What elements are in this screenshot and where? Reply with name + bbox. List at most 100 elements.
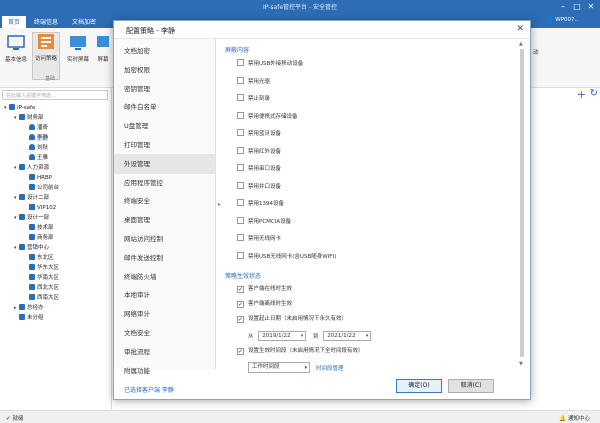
status-checkbox-row[interactable]: ✓ 设置起止日期（未启用情况下永久有效） xyxy=(237,315,347,324)
device-checkbox[interactable] xyxy=(237,129,244,136)
dialog-close-button[interactable]: ✕ xyxy=(516,24,524,34)
tree-item[interactable]: 东北区 xyxy=(24,254,54,262)
tree-item[interactable]: ▾ IP-safe xyxy=(4,104,35,112)
tree-item[interactable]: 华东大区 xyxy=(24,264,59,272)
policy-nav-item[interactable]: 本地审计 xyxy=(114,285,215,305)
realtime-screen-button[interactable]: 实时屏幕 xyxy=(64,34,92,63)
tree-item[interactable]: 公司前台 xyxy=(24,184,59,192)
close-button[interactable]: ✕ xyxy=(584,1,598,13)
device-checkbox-row[interactable]: 禁用PCMCIA设备 xyxy=(237,216,291,226)
policy-nav-item[interactable]: 网站访问控制 xyxy=(114,229,215,249)
screen-record-button[interactable]: 屏幕 xyxy=(94,34,112,63)
tree-item[interactable]: ▾ 设计一部 xyxy=(14,214,49,222)
device-checkbox[interactable] xyxy=(237,251,244,259)
device-checkbox[interactable] xyxy=(237,76,244,84)
status-checkbox[interactable]: ✓ xyxy=(237,301,244,308)
tree-item[interactable]: ▾ 设计二部 xyxy=(14,194,49,202)
policy-nav-item[interactable]: 打印管理 xyxy=(114,135,215,155)
device-checkbox[interactable] xyxy=(237,164,244,171)
user-name: WP007.. xyxy=(555,17,578,23)
status-checkbox[interactable]: ✓ xyxy=(237,286,244,293)
device-checkbox-row[interactable]: 禁用1394设备 xyxy=(237,199,284,208)
policy-nav-item[interactable]: 桌面管理 xyxy=(114,210,215,230)
policy-nav-item[interactable]: 终端安全 xyxy=(114,191,215,211)
time-period-select[interactable]: 工作时间段 ▾ xyxy=(248,362,310,373)
device-checkbox-row[interactable]: 禁用串口设备 xyxy=(237,164,281,173)
refresh-icon[interactable]: ↻ xyxy=(590,88,598,99)
tree-item[interactable]: ▾ 人力资源 xyxy=(14,164,49,172)
minimize-button[interactable]: – xyxy=(556,1,570,13)
search-input[interactable]: 在此输入关键字筛选... xyxy=(2,90,108,100)
device-checkbox[interactable] xyxy=(237,94,244,101)
tree-item[interactable]: 潘奇 xyxy=(24,124,48,132)
policy-nav-item[interactable]: 外设管理 xyxy=(114,153,215,174)
device-checkbox[interactable] xyxy=(237,216,244,224)
tree-item[interactable]: ▾ 营销中心 xyxy=(14,244,49,252)
tab-doc-encryption[interactable]: 文档加密 xyxy=(72,17,96,26)
tree-item-label: 人力资源 xyxy=(27,165,50,171)
tree-item[interactable]: 商务部 xyxy=(24,234,54,242)
device-checkbox[interactable] xyxy=(237,59,244,66)
device-checkbox[interactable] xyxy=(237,146,244,154)
policy-nav-item[interactable]: 审批流程 xyxy=(114,342,215,362)
tree-item[interactable]: 李静 xyxy=(24,134,49,142)
tree-item[interactable]: 刘秋 xyxy=(24,144,48,152)
policy-nav-item[interactable]: 网络审计 xyxy=(114,304,215,324)
policy-nav-item[interactable]: 附属功能 xyxy=(114,361,215,381)
tree-item[interactable]: 华南大区 xyxy=(24,274,59,282)
device-checkbox[interactable] xyxy=(237,111,244,119)
scroll-down-icon[interactable]: ▼ xyxy=(519,361,523,367)
content-scrollbar[interactable]: ▲ ▼ xyxy=(518,41,526,367)
tree-item[interactable]: HRBP xyxy=(24,174,52,182)
device-checkbox-row[interactable]: 禁用USB无线网卡(含USB随身WIFI) xyxy=(237,251,336,261)
time-period-manage-link[interactable]: 时间段管理 xyxy=(316,364,344,372)
device-checkbox-row[interactable]: 禁用光驱 xyxy=(237,76,270,86)
tab-terminal-info[interactable]: 终端信息 xyxy=(34,17,58,26)
date-from-picker[interactable]: 2019/1/22 ▾ xyxy=(258,331,307,341)
device-checkbox-row[interactable]: 禁用USB外接移动设备 xyxy=(237,59,303,68)
tree-item[interactable]: 王雅 xyxy=(24,154,48,162)
tree-item[interactable]: ▸ 总经办 xyxy=(14,304,44,312)
scroll-up-icon[interactable]: ▲ xyxy=(519,41,523,47)
policy-nav-item[interactable]: 文档安全 xyxy=(114,323,215,343)
device-checkbox-row[interactable]: 禁止刻录 xyxy=(237,94,270,103)
policy-nav-item[interactable]: U盘管理 xyxy=(114,116,215,136)
scroll-thumb[interactable] xyxy=(520,49,524,357)
device-checkbox-row[interactable]: 禁用蓝牙设备 xyxy=(237,129,281,138)
status-checkbox-row[interactable]: ✓ 客户端在线时生效 xyxy=(237,285,292,294)
tree-item[interactable]: VIP102 xyxy=(24,204,56,212)
date-to-picker[interactable]: 2021/1/22 ▾ xyxy=(323,331,372,341)
ok-button[interactable]: 确定(O) xyxy=(396,379,442,393)
status-checkbox-row[interactable]: ✓ 客户端离线时生效 xyxy=(237,300,292,309)
device-checkbox-row[interactable]: 禁用并口设备 xyxy=(237,181,281,191)
tree-item[interactable]: ▾ 财务部 xyxy=(14,114,44,122)
maximize-button[interactable]: □ xyxy=(570,1,584,13)
time-period-value: 工作时间段 xyxy=(252,364,280,370)
device-checkbox[interactable] xyxy=(237,181,244,189)
device-checkbox[interactable] xyxy=(237,234,244,241)
policy-nav-item[interactable]: 邮件白名单 xyxy=(114,97,215,117)
tree-item[interactable]: 未分组 xyxy=(14,314,44,322)
tree-item[interactable]: 西南大区 xyxy=(24,294,59,302)
policy-nav-item[interactable]: 文档加密 xyxy=(114,41,215,61)
policy-nav-item[interactable]: 终端防火墙 xyxy=(114,267,215,287)
access-policy-button[interactable]: 访问策略 xyxy=(32,32,60,80)
notification-center[interactable]: 🔔 通知中心 xyxy=(559,414,590,422)
policy-nav-item[interactable]: 加密权限 xyxy=(114,60,215,80)
add-icon[interactable]: + xyxy=(577,88,586,101)
tree-item[interactable]: 技术部 xyxy=(24,224,54,232)
basic-info-button[interactable]: 基本信息 xyxy=(2,34,30,63)
policy-nav-item[interactable]: 邮件发送控制 xyxy=(114,248,215,268)
time-range-checkbox[interactable]: ✓ xyxy=(237,348,244,355)
tree-item[interactable]: 西北大区 xyxy=(24,284,59,292)
device-checkbox[interactable] xyxy=(237,199,244,206)
policy-nav-item[interactable]: 密钥管理 xyxy=(114,79,215,99)
device-checkbox-row[interactable]: 禁用红外设备 xyxy=(237,146,281,156)
policy-nav-item[interactable]: 应用程序管控 xyxy=(114,173,215,193)
time-range-checkbox-row[interactable]: ✓ 设置生效时间段（未启用情况下全时间段有效） xyxy=(237,347,364,356)
cancel-button[interactable]: 取消(C) xyxy=(448,379,494,393)
device-checkbox-row[interactable]: 禁用无线网卡 xyxy=(237,234,281,243)
user-menu[interactable]: 👤 WP007.. xyxy=(547,17,578,23)
status-checkbox[interactable]: ✓ xyxy=(237,316,244,323)
device-checkbox-row[interactable]: 禁用便携式存储设备 xyxy=(237,111,298,121)
